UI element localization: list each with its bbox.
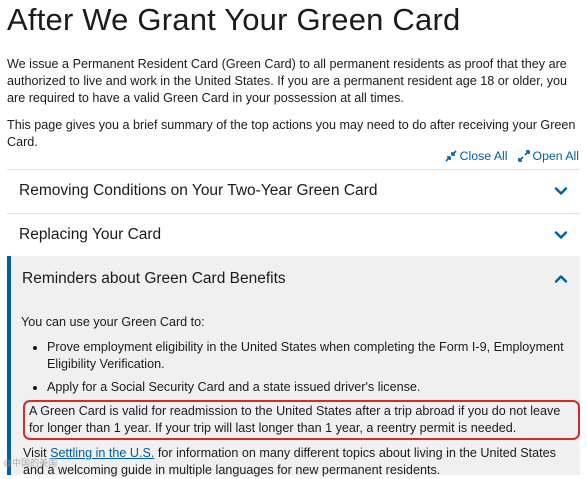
close-all-label: Close All — [459, 149, 508, 163]
chevron-down-icon — [554, 187, 568, 195]
list-item: Prove employment eligibility in the Unit… — [47, 339, 576, 373]
chevron-down-icon — [554, 231, 568, 239]
accordion-body: You can use your Green Card to: Prove em… — [21, 314, 580, 477]
accordion-header-replacing-card[interactable]: Replacing Your Card — [7, 213, 580, 256]
highlighted-reminder: A Green Card is valid for readmission to… — [23, 400, 580, 440]
accordion-item-green-card-benefits: Reminders about Green Card Benefits You … — [7, 256, 580, 477]
close-all-button[interactable]: Close All — [445, 149, 508, 163]
open-all-button[interactable]: Open All — [517, 149, 580, 163]
open-all-label: Open All — [532, 149, 580, 163]
accordion-item-replacing-card: Replacing Your Card — [7, 213, 580, 256]
body-lead: You can use your Green Card to: — [21, 315, 205, 329]
accordion-header-removing-conditions[interactable]: Removing Conditions on Your Two-Year Gre… — [7, 169, 580, 212]
accordion-title: Reminders about Green Card Benefits — [22, 269, 286, 287]
accordion-item-removing-conditions: Removing Conditions on Your Two-Year Gre… — [7, 169, 580, 212]
accordion-title: Removing Conditions on Your Two-Year Gre… — [19, 182, 378, 199]
accordion-header-green-card-benefits[interactable]: Reminders about Green Card Benefits — [11, 256, 580, 301]
expand-icon — [517, 150, 530, 162]
chevron-up-icon — [554, 274, 568, 283]
visit-paragraph: Visit Settling in the U.S. for informati… — [23, 445, 571, 479]
intro-paragraph: We issue a Permanent Resident Card (Gree… — [7, 57, 568, 105]
accordion-controls: Close All Open All — [445, 149, 579, 163]
accordion-title: Replacing Your Card — [19, 226, 162, 243]
list-item: Apply for a Social Security Card and a s… — [47, 379, 576, 396]
settling-link[interactable]: Settling in the U.S. — [50, 446, 154, 460]
benefits-list: Prove employment eligibility in the Unit… — [21, 339, 576, 396]
summary-paragraph: This page gives you a brief summary of t… — [7, 118, 576, 149]
collapse-icon — [445, 150, 457, 162]
watermark: @中国的美国 — [3, 458, 58, 468]
page-title: After We Grant Your Green Card — [7, 2, 461, 37]
